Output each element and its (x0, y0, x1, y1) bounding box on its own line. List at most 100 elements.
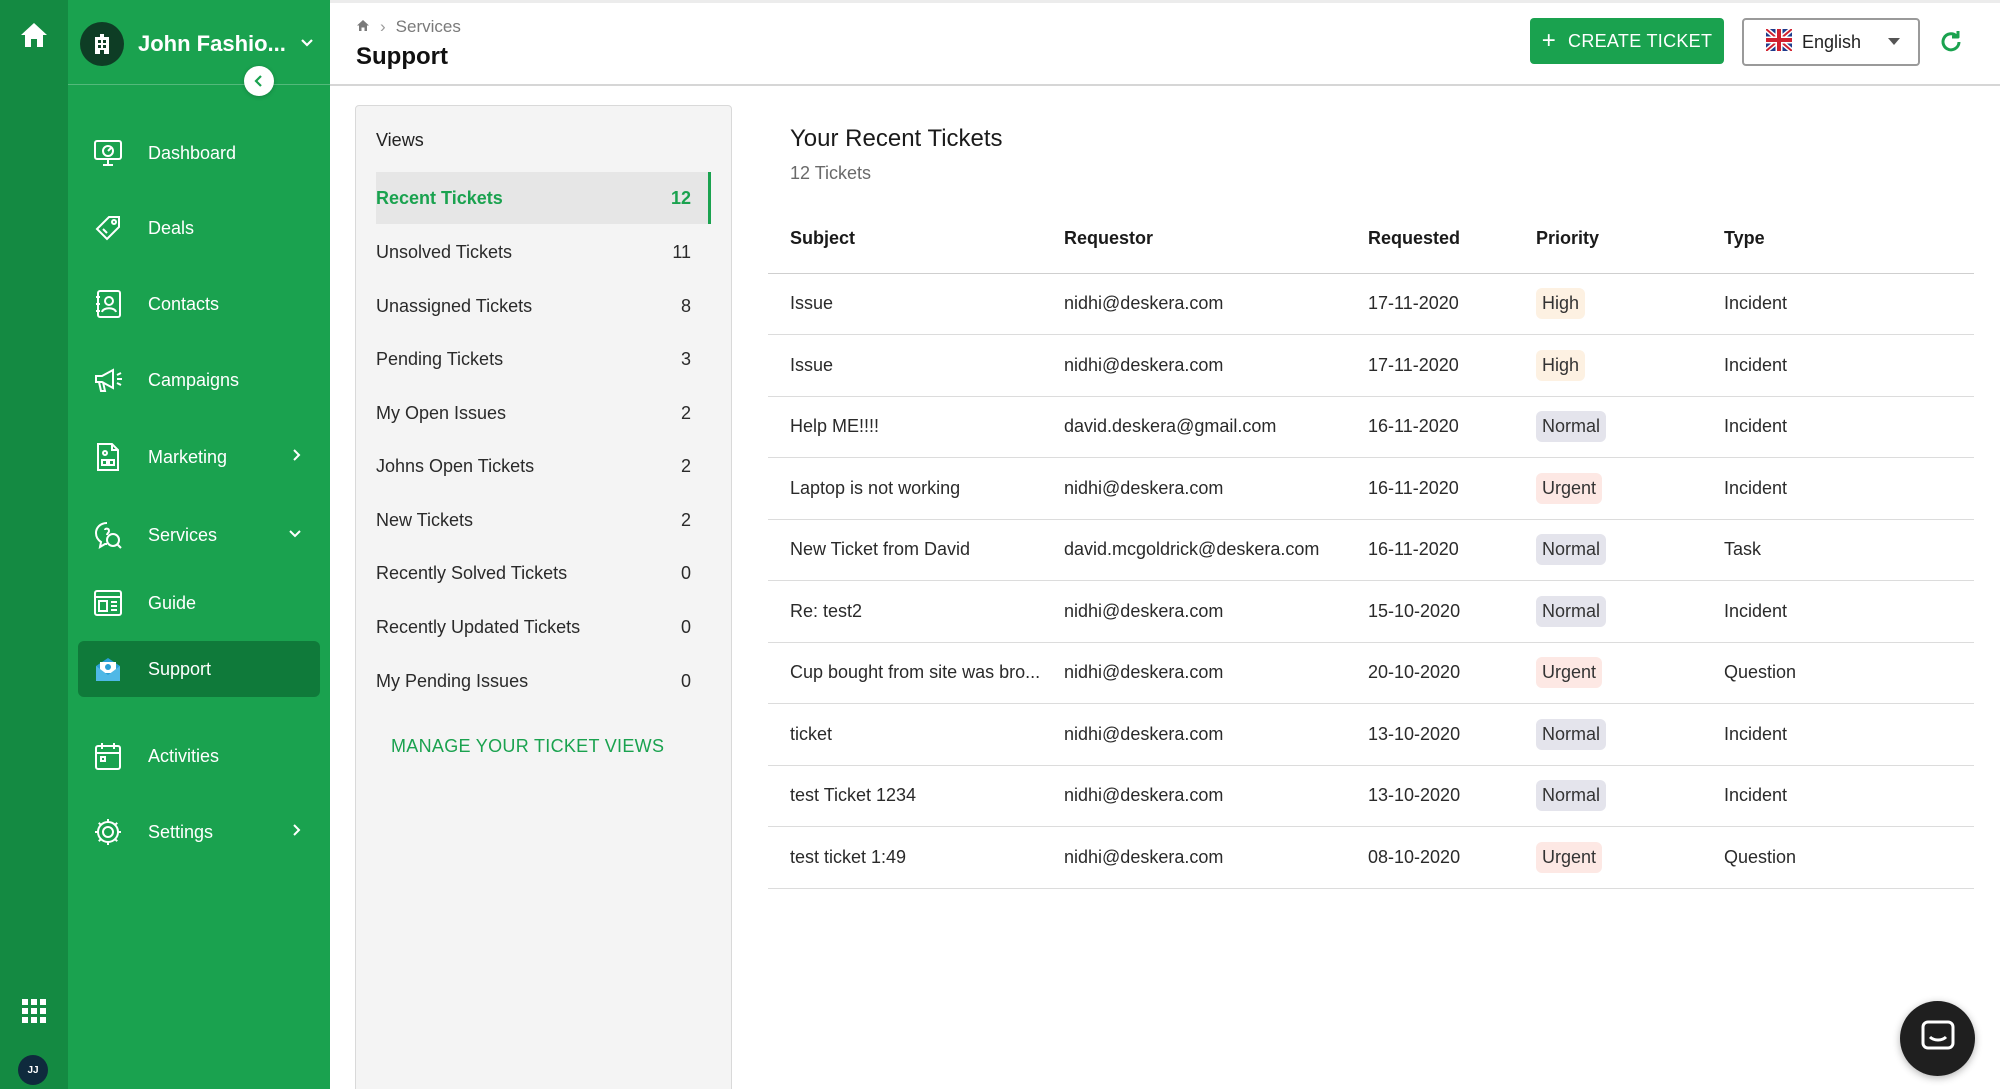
table-row[interactable]: Issue nidhi@deskera.com 17-11-2020 High … (768, 273, 1974, 335)
view-item-count: 2 (680, 455, 691, 476)
sidebar-divider (68, 84, 330, 85)
view-item-count: 11 (672, 241, 691, 262)
user-avatar[interactable]: JJ (18, 1055, 48, 1085)
ticket-requested: 15-10-2020 (1346, 580, 1514, 643)
column-header-type[interactable]: Type (1702, 205, 1974, 274)
dashboard-icon (92, 137, 124, 169)
chat-icon (1920, 1019, 1956, 1058)
ticket-type: Incident (1702, 334, 1974, 397)
table-row[interactable]: Re: test2 nidhi@deskera.com 15-10-2020 N… (768, 580, 1974, 643)
view-item-unsolved-tickets[interactable]: Unsolved Tickets 11 (376, 226, 711, 278)
column-header-requestor[interactable]: Requestor (1042, 205, 1346, 274)
create-ticket-button[interactable]: + CREATE TICKET (1530, 18, 1724, 64)
table-row[interactable]: Laptop is not working nidhi@deskera.com … (768, 457, 1974, 520)
sidebar-item-activities[interactable]: Activities (78, 728, 320, 784)
table-row[interactable]: ticket nidhi@deskera.com 13-10-2020 Norm… (768, 703, 1974, 766)
ticket-subject[interactable]: Re: test2 (768, 580, 1042, 643)
ticket-priority-cell: Normal (1514, 765, 1702, 827)
ticket-requestor: nidhi@deskera.com (1042, 765, 1346, 827)
sidebar-item-label: Contacts (148, 293, 220, 314)
sidebar-item-deals[interactable]: Deals (78, 200, 320, 256)
ticket-subject[interactable]: Laptop is not working (768, 457, 1042, 520)
table-row[interactable]: Issue nidhi@deskera.com 17-11-2020 High … (768, 334, 1974, 397)
sidebar-item-label: Support (148, 658, 212, 679)
ticket-priority-cell: Urgent (1514, 457, 1702, 520)
org-name: John Fashio... (138, 31, 286, 56)
ticket-subject[interactable]: test Ticket 1234 (768, 765, 1042, 827)
breadcrumb-separator: › (380, 17, 386, 36)
view-item-recently-updated-tickets[interactable]: Recently Updated Tickets 0 (376, 601, 711, 653)
sidebar-item-marketing[interactable]: Marketing (78, 429, 320, 485)
chat-launcher-button[interactable] (1900, 1001, 1975, 1076)
column-header-requested[interactable]: Requested (1346, 205, 1514, 274)
table-row[interactable]: test Ticket 1234 nidhi@deskera.com 13-10… (768, 765, 1974, 827)
view-item-label: Johns Open Tickets (376, 455, 535, 476)
sidebar-item-label: Campaigns (148, 369, 240, 390)
sidebar-item-dashboard[interactable]: Dashboard (78, 125, 320, 181)
view-item-unassigned-tickets[interactable]: Unassigned Tickets 8 (376, 280, 711, 332)
ticket-subject[interactable]: Cup bought from site was bro... (768, 642, 1042, 704)
table-header-row: Subject Requestor Requested Priority Typ… (768, 205, 1974, 274)
ticket-subject[interactable]: Issue (768, 334, 1042, 397)
view-item-label: Unassigned Tickets (376, 295, 533, 316)
sidebar-item-services[interactable]: Services (78, 507, 320, 563)
home-icon[interactable] (16, 18, 52, 52)
sidebar-item-guide[interactable]: Guide (78, 575, 320, 631)
ticket-requestor: nidhi@deskera.com (1042, 826, 1346, 889)
marketing-icon (92, 441, 124, 473)
breadcrumb-services[interactable]: Services (396, 17, 461, 37)
view-item-pending-tickets[interactable]: Pending Tickets 3 (376, 333, 711, 385)
manage-ticket-views-link[interactable]: MANAGE YOUR TICKET VIEWS (391, 736, 664, 757)
apps-grid-icon[interactable] (20, 997, 48, 1025)
view-item-label: New Tickets (376, 509, 474, 530)
sidebar-item-contacts[interactable]: Contacts (78, 276, 320, 332)
sidebar-item-label: Settings (148, 821, 214, 842)
view-item-my-open-issues[interactable]: My Open Issues 2 (376, 387, 711, 439)
ticket-requested: 08-10-2020 (1346, 826, 1514, 889)
view-item-count: 12 (670, 187, 691, 208)
view-item-new-tickets[interactable]: New Tickets 2 (376, 494, 711, 546)
view-item-recently-solved-tickets[interactable]: Recently Solved Tickets 0 (376, 547, 711, 599)
sidebar-item-support[interactable]: Support (78, 641, 320, 697)
ticket-requestor: nidhi@deskera.com (1042, 457, 1346, 520)
ticket-type: Question (1702, 642, 1974, 704)
table-row[interactable]: test ticket 1:49 nidhi@deskera.com 08-10… (768, 826, 1974, 889)
ticket-requested: 20-10-2020 (1346, 642, 1514, 704)
column-header-subject[interactable]: Subject (768, 205, 1042, 274)
table-row[interactable]: New Ticket from David david.mcgoldrick@d… (768, 519, 1974, 581)
view-item-label: Recent Tickets (376, 187, 503, 208)
view-item-my-pending-issues[interactable]: My Pending Issues 0 (376, 655, 711, 707)
view-item-label: Pending Tickets (376, 348, 504, 369)
sidebar-item-settings[interactable]: Settings (78, 804, 320, 860)
collapse-sidebar-button[interactable] (244, 66, 274, 96)
table-row[interactable]: Help ME!!!! david.deskera@gmail.com 16-1… (768, 396, 1974, 458)
ticket-subject[interactable]: New Ticket from David (768, 519, 1042, 581)
home-small-icon[interactable] (356, 17, 370, 37)
ticket-subject[interactable]: ticket (768, 703, 1042, 766)
refresh-icon[interactable] (1938, 29, 1966, 57)
building-icon (80, 22, 124, 66)
priority-badge: Urgent (1536, 841, 1603, 873)
sidebar-item-label: Deals (148, 217, 195, 238)
column-header-priority[interactable]: Priority (1514, 205, 1702, 274)
view-item-count: 2 (680, 509, 691, 530)
ticket-priority-cell: High (1514, 273, 1702, 335)
ticket-priority-cell: Normal (1514, 703, 1702, 766)
views-title: Views (376, 130, 424, 150)
ticket-subject[interactable]: test ticket 1:49 (768, 826, 1042, 889)
language-select[interactable]: English (1742, 18, 1920, 66)
create-ticket-label: CREATE TICKET (1568, 30, 1713, 51)
ticket-subject[interactable]: Help ME!!!! (768, 396, 1042, 458)
ticket-priority-cell: Normal (1514, 580, 1702, 643)
view-item-recent-tickets[interactable]: Recent Tickets 12 (376, 172, 711, 224)
ticket-requested: 16-11-2020 (1346, 519, 1514, 581)
ticket-subject[interactable]: Issue (768, 273, 1042, 335)
view-item-johns-open-tickets[interactable]: Johns Open Tickets 2 (376, 440, 711, 492)
ticket-type: Task (1702, 519, 1974, 581)
ticket-type: Incident (1702, 703, 1974, 766)
ticket-requestor: david.mcgoldrick@deskera.com (1042, 519, 1346, 581)
org-switcher[interactable]: John Fashio... (80, 20, 320, 68)
sidebar-item-campaigns[interactable]: Campaigns (78, 352, 320, 408)
table-row[interactable]: Cup bought from site was bro... nidhi@de… (768, 642, 1974, 704)
view-item-count: 0 (680, 616, 691, 637)
